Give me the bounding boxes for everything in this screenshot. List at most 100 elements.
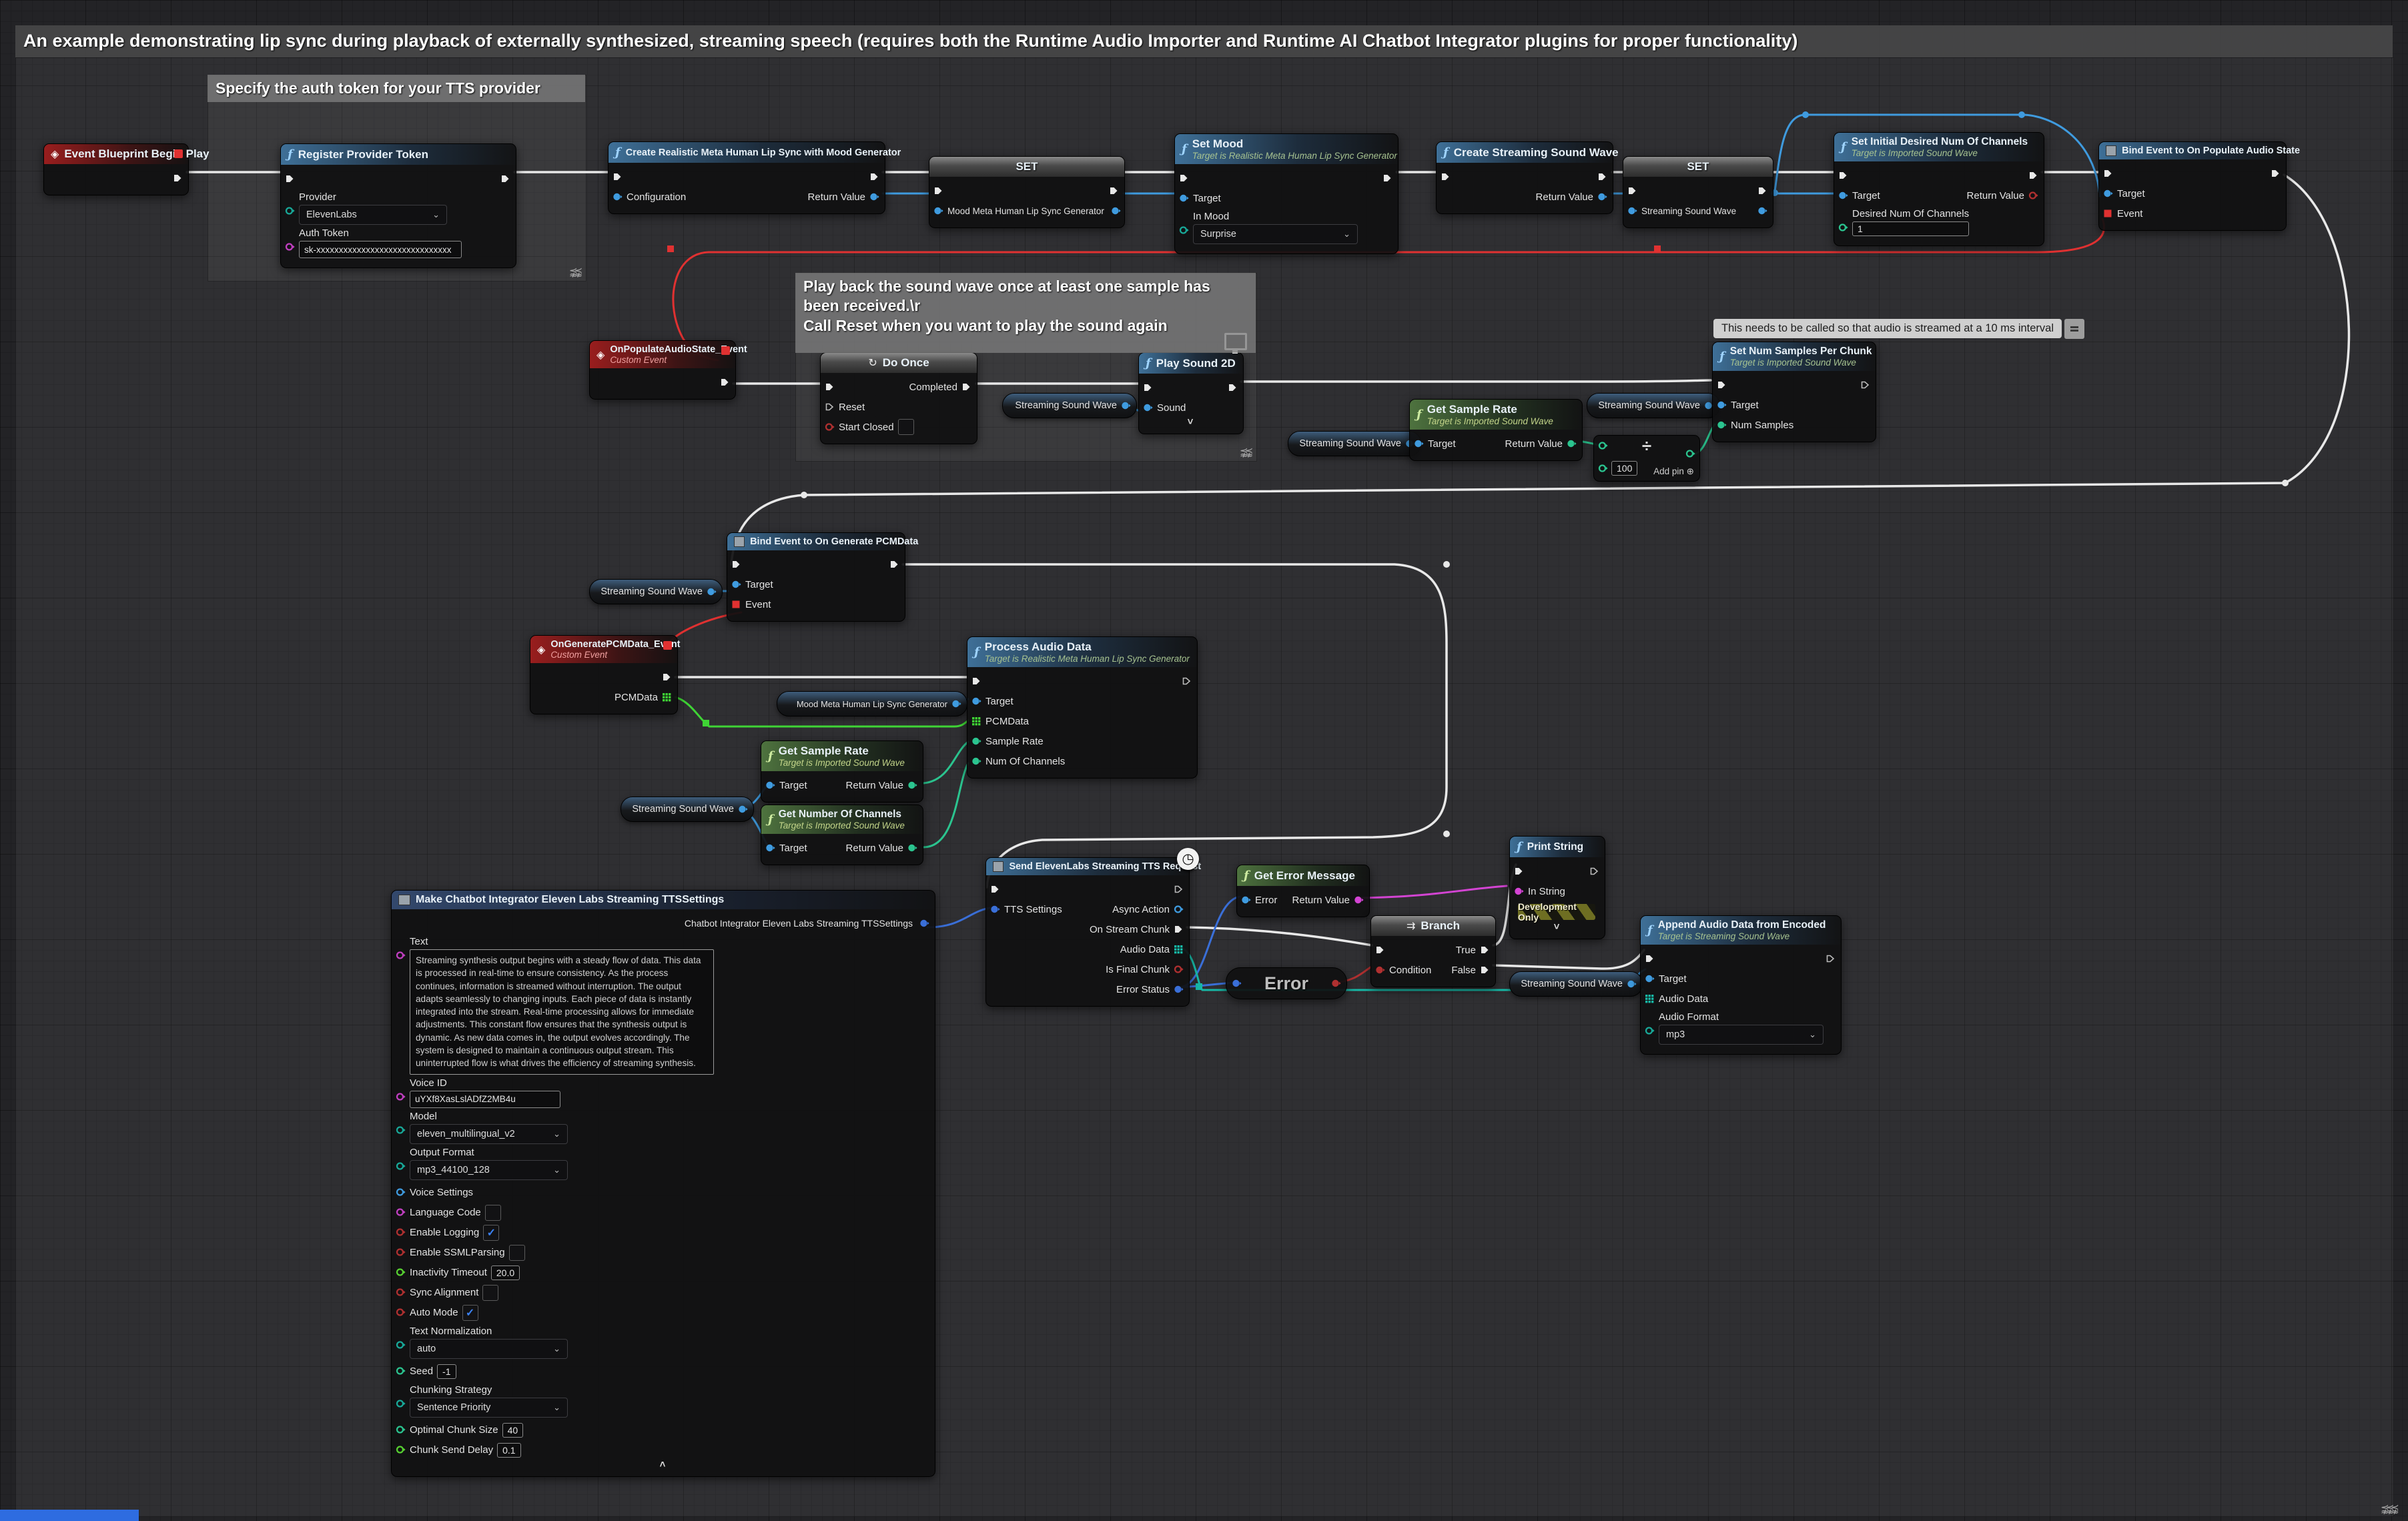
exec-pin-icon[interactable]	[173, 173, 183, 183]
reroute-node[interactable]	[1802, 111, 1809, 118]
variable-pill-mood-meta-human-lip-sync-generator[interactable]: Mood Meta Human Lip Sync Generator	[777, 691, 967, 716]
data-pin-icon[interactable]	[2028, 191, 2038, 201]
data-pin-icon[interactable]	[731, 600, 741, 610]
data-pin-icon[interactable]	[1717, 400, 1727, 410]
reroute-node[interactable]	[1196, 983, 1202, 990]
data-pin-icon[interactable]	[396, 1340, 406, 1350]
comment-title-auth[interactable]: Specify the auth token for your TTS prov…	[208, 75, 585, 102]
exec-pin-icon[interactable]	[1174, 925, 1184, 935]
data-pin-icon[interactable]	[2103, 209, 2113, 219]
node-onpopulateaudiostate-event[interactable]: ◈OnPopulateAudioState_EventCustom Event	[589, 340, 736, 400]
node-ongeneratepcmdata-event[interactable]: ◈OnGeneratePCMData_EventCustom EventPCMD…	[530, 635, 678, 714]
expand-chevron[interactable]: ˅	[1143, 418, 1238, 427]
data-pin-icon[interactable]	[396, 951, 406, 961]
graph-comment-title[interactable]: An example demonstrating lip sync during…	[15, 25, 2393, 57]
pin-bubble-icon[interactable]	[2064, 319, 2084, 339]
exec-pin-icon[interactable]	[720, 378, 730, 388]
exec-pin-icon[interactable]	[1480, 965, 1490, 975]
checkbox[interactable]	[482, 1285, 498, 1301]
node-set-mood[interactable]: ƒSet MoodTarget is Realistic Meta Human …	[1174, 133, 1398, 254]
delegate-cap[interactable]	[663, 641, 672, 650]
node-bind-event-to-on-generate-pcmdata[interactable]: Bind Event to On Generate PCMDataTargetE…	[727, 532, 905, 622]
data-pin-icon[interactable]	[396, 1187, 406, 1197]
exec-pin-icon[interactable]	[1480, 945, 1490, 955]
data-pin-icon[interactable]	[1174, 965, 1184, 975]
resize-handle-icon[interactable]: ⪹⪹	[1240, 446, 1250, 458]
checkbox[interactable]: ✓	[462, 1305, 478, 1321]
exec-pin-icon[interactable]	[1174, 885, 1184, 895]
node-play-sound-2d[interactable]: ƒPlay Sound 2DSound˅	[1138, 352, 1244, 434]
data-pin-icon[interactable]	[396, 1288, 406, 1298]
data-pin-icon[interactable]	[396, 1092, 406, 1102]
comment-title-playback[interactable]: Play back the sound wave once at least o…	[795, 273, 1256, 353]
data-pin-icon[interactable]	[1143, 403, 1153, 413]
data-pin-icon[interactable]	[1598, 464, 1608, 474]
data-pin-icon[interactable]	[971, 736, 981, 746]
node-error[interactable]: Error	[1226, 967, 1347, 999]
node-get-sample-rate[interactable]: ƒGet Sample RateTarget is Imported Sound…	[1409, 399, 1583, 461]
data-pin-icon[interactable]	[907, 843, 917, 853]
exec-pin-icon[interactable]	[889, 560, 899, 570]
data-pin-icon[interactable]	[1174, 905, 1184, 915]
delegate-cap[interactable]	[174, 149, 183, 158]
data-pin-icon[interactable]	[1645, 974, 1655, 984]
data-pin-icon[interactable]	[1597, 192, 1607, 202]
exec-pin-icon[interactable]	[1228, 383, 1238, 393]
exec-pin-icon[interactable]	[825, 382, 835, 392]
data-pin-icon[interactable]	[396, 1366, 406, 1376]
exec-pin-icon[interactable]	[825, 402, 835, 412]
reroute-node[interactable]	[2282, 480, 2289, 486]
exec-pin-icon[interactable]	[1757, 186, 1767, 196]
variable-pill-streaming-sound-wave[interactable]: Streaming Sound Wave	[621, 797, 754, 822]
exec-pin-icon[interactable]	[961, 382, 971, 392]
data-pin-icon[interactable]	[1331, 979, 1341, 989]
node-get-sample-rate[interactable]: ƒGet Sample RateTarget is Imported Sound…	[761, 740, 923, 803]
node-set[interactable]: SETMood Meta Human Lip Sync Generator	[929, 156, 1125, 228]
data-pin-icon[interactable]	[1598, 441, 1608, 451]
data-pin-icon[interactable]	[1354, 895, 1364, 905]
data-pin-icon[interactable]	[1645, 1026, 1655, 1036]
number-input[interactable]: 20.0	[491, 1265, 520, 1280]
text-input[interactable]: uYXf8XasLslADfZ2MB4u	[410, 1091, 560, 1108]
exec-pin-icon[interactable]	[1826, 954, 1836, 964]
dropdown[interactable]: mp3⌄	[1659, 1025, 1824, 1045]
number-input[interactable]: 1	[1852, 221, 1969, 236]
data-pin-icon[interactable]	[1627, 206, 1637, 216]
exec-pin-icon[interactable]	[933, 186, 943, 196]
exec-pin-icon[interactable]	[971, 676, 981, 686]
exec-pin-icon[interactable]	[2271, 169, 2281, 179]
node-set[interactable]: SETStreaming Sound Wave	[1623, 156, 1773, 228]
data-pin-icon[interactable]	[1685, 449, 1695, 459]
reroute-node[interactable]	[667, 245, 674, 252]
text-box[interactable]	[485, 1205, 501, 1221]
data-pin-icon[interactable]	[285, 206, 295, 216]
reroute-node[interactable]	[801, 492, 807, 498]
node-make-chatbot-integrator-eleven-labs-streaming-ttssettings[interactable]: Make Chatbot Integrator Eleven Labs Stre…	[391, 890, 935, 1477]
data-pin-icon[interactable]	[1111, 206, 1121, 216]
node-append-audio-data-from-encoded[interactable]: ƒAppend Audio Data from EncodedTarget is…	[1640, 915, 1842, 1055]
data-pin-icon[interactable]	[285, 242, 295, 252]
exec-pin-icon[interactable]	[613, 172, 623, 182]
exec-pin-icon[interactable]	[1838, 171, 1848, 181]
data-pin-icon[interactable]	[1375, 965, 1385, 975]
variable-pill-streaming-sound-wave[interactable]: Streaming Sound Wave	[1288, 431, 1421, 456]
data-pin-icon[interactable]	[1627, 979, 1637, 989]
exec-pin-icon[interactable]	[1627, 186, 1637, 196]
data-pin-icon[interactable]	[1838, 223, 1848, 233]
dropdown[interactable]: ElevenLabs⌄	[299, 205, 447, 225]
exec-pin-icon[interactable]	[1109, 186, 1119, 196]
data-pin-icon[interactable]	[396, 1425, 406, 1435]
exec-pin-icon[interactable]	[662, 672, 672, 682]
expand-chevron[interactable]: ˄	[396, 1460, 929, 1470]
data-pin-icon[interactable]	[396, 1399, 406, 1409]
exec-pin-icon[interactable]	[1514, 867, 1524, 877]
data-pin-icon[interactable]	[1179, 193, 1189, 203]
node-comment-bubble[interactable]: This needs to be called so that audio is…	[1713, 319, 2084, 339]
dropdown[interactable]: auto⌄	[410, 1339, 568, 1359]
delegate-cap[interactable]	[721, 346, 730, 355]
variable-pill-streaming-sound-wave[interactable]: Streaming Sound Wave	[1509, 971, 1643, 997]
data-pin-icon[interactable]	[396, 1308, 406, 1318]
node-set-num-samples-per-chunk[interactable]: ƒSet Num Samples Per ChunkTarget is Impo…	[1712, 342, 1876, 442]
exec-pin-icon[interactable]	[1645, 954, 1655, 964]
reroute-node[interactable]	[703, 720, 709, 726]
